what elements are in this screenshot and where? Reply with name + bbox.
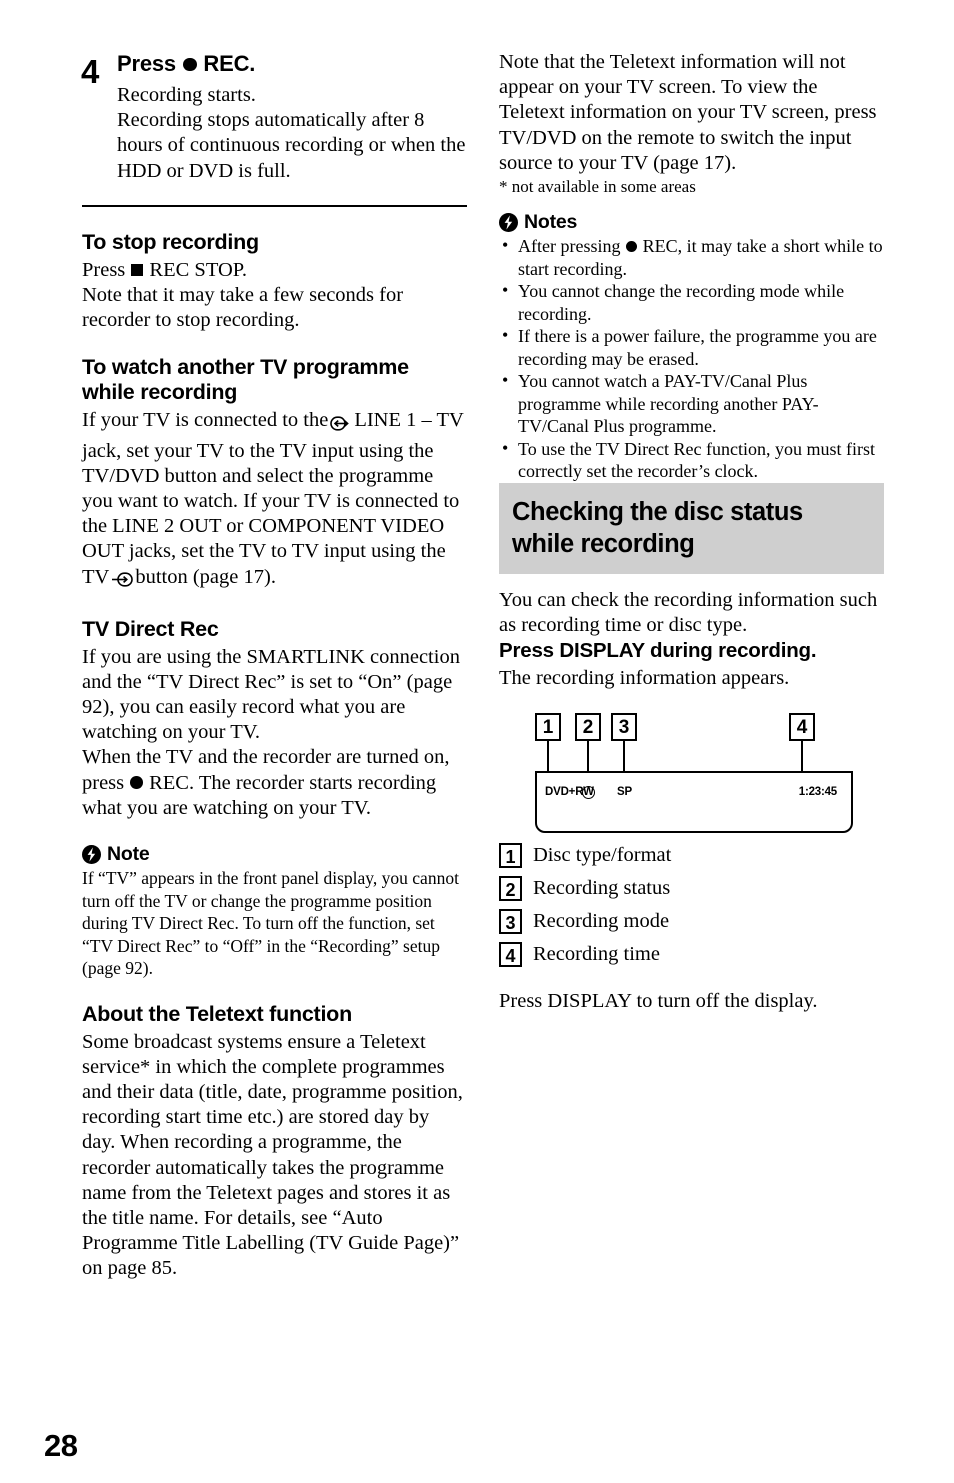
- step-body: Press REC. Recording starts. Recording s…: [117, 50, 467, 184]
- section-teletext: About the Teletext function Some broadca…: [82, 1002, 467, 1282]
- list-item: After pressing REC, it may take a short …: [499, 234, 884, 280]
- left-column: 4 Press REC. Recording starts. Recording…: [81, 50, 467, 1282]
- legend-label: Recording status: [533, 877, 671, 900]
- rec-dot-icon: [182, 57, 197, 72]
- note-block: Note If “TV” appears in the front panel …: [82, 843, 467, 980]
- rec-dot-icon: [625, 241, 638, 253]
- rec-dot-icon: [130, 776, 143, 790]
- intro-paragraph: Note that the Teletext information will …: [499, 51, 877, 174]
- section-heading: About the Teletext function: [82, 1001, 352, 1026]
- recording-mode-label: SP: [617, 786, 632, 799]
- section-heading: To stop recording: [82, 229, 259, 254]
- press-label: Press: [82, 258, 126, 281]
- step-title: Press REC.: [117, 50, 467, 77]
- footnote: * not available in some areas: [499, 177, 696, 197]
- step-title-after: REC.: [203, 51, 256, 76]
- step-number: 4: [81, 53, 100, 90]
- subheading: Press DISPLAY during recording.: [499, 638, 817, 662]
- front-panel-display: DVD+RW SP 1:23:45: [535, 771, 853, 834]
- notes-list: After pressing REC, it may take a short …: [499, 234, 884, 483]
- flash-icon: [499, 212, 518, 232]
- note-header: Note: [82, 843, 467, 865]
- legend-number: 3: [499, 909, 522, 935]
- section-watch-another-tv: To watch another TV programme while reco…: [82, 355, 467, 594]
- section-paragraph: Some broadcast systems ensure a Teletext…: [82, 1030, 463, 1280]
- section-divider: [82, 204, 467, 207]
- manual-page: 4 Press REC. Recording starts. Recording…: [0, 0, 954, 1483]
- display-panel-figure: 1 2 3 4 DVD+RW SP 1:23:45: [499, 713, 884, 843]
- section-paragraph-2: When the TV and the recorder are turned …: [82, 745, 467, 821]
- recording-time-label: 1:23:45: [798, 786, 837, 799]
- bullet-text-before: After pressing: [518, 236, 621, 257]
- stop-square-icon: [131, 264, 144, 277]
- section-to-stop-recording: To stop recording Press REC STOP. Note t…: [82, 230, 467, 334]
- note-label: Note: [107, 843, 150, 866]
- list-item: To use the TV Direct Rec function, you m…: [499, 437, 884, 483]
- list-item: You cannot watch a PAY-TV/Canal Plus pro…: [499, 369, 884, 438]
- flash-icon: [82, 844, 101, 864]
- section-heading: To watch another TV programme while reco…: [82, 355, 409, 405]
- section-paragraph-1: If you are using the SMARTLINK connectio…: [82, 645, 460, 744]
- notes-block: Notes After pressing REC, it may take a …: [499, 211, 884, 483]
- list-item: 1 Disc type/format: [499, 843, 884, 869]
- legend-number: 1: [499, 843, 522, 869]
- paragraph-part-3: button (page 17).: [135, 565, 276, 588]
- legend-label: Disc type/format: [533, 844, 672, 867]
- right-column: Note that the Teletext information will …: [499, 50, 884, 1014]
- list-item: 2 Recording status: [499, 876, 884, 902]
- step-title-before: Press: [117, 51, 176, 76]
- legend-number: 2: [499, 876, 522, 902]
- legend-number: 4: [499, 942, 522, 968]
- closing-paragraph: Press DISPLAY to turn off the display.: [499, 990, 818, 1013]
- paragraph-part-1: If your TV is connected to the: [82, 409, 329, 432]
- page-number: 28: [44, 1428, 78, 1463]
- legend-list: 1 Disc type/format 2 Recording status 3 …: [499, 843, 884, 968]
- legend-label: Recording time: [533, 943, 660, 966]
- page-title: Checking the disc status while recording: [499, 482, 884, 574]
- line-jack-icon: [330, 413, 352, 438]
- tv-input-icon: [111, 569, 134, 594]
- notes-label: Notes: [524, 211, 578, 234]
- section-tv-direct-rec: TV Direct Rec If you are using the SMART…: [82, 617, 467, 821]
- callout-4: 4: [789, 713, 815, 742]
- section-paragraph-2: Note that it may take a few seconds for …: [82, 284, 404, 332]
- list-item: You cannot change the recording mode whi…: [499, 279, 884, 325]
- callout-1: 1: [535, 713, 561, 742]
- step-block: 4 Press REC. Recording starts. Recording…: [81, 50, 467, 184]
- notes-header: Notes: [499, 211, 884, 233]
- step-desc-line1: Recording starts.: [117, 84, 256, 106]
- step-desc-line2: Recording stops automatically after 8 ho…: [117, 109, 466, 182]
- legend-label: Recording mode: [533, 910, 670, 933]
- intro-paragraph-2: You can check the recording information …: [499, 588, 878, 636]
- subheading-description: The recording information appears.: [499, 666, 790, 689]
- paragraph-part-2: LINE 1 – TV jack, set your TV to the TV …: [82, 409, 464, 588]
- list-item: 4 Recording time: [499, 942, 884, 968]
- rec-stop-label: REC STOP.: [149, 258, 248, 281]
- section-paragraph-1: Press REC STOP.: [82, 258, 467, 283]
- list-item: If there is a power failure, the program…: [499, 324, 884, 370]
- callout-3: 3: [611, 713, 637, 742]
- section-heading: TV Direct Rec: [82, 616, 219, 641]
- callout-2: 2: [575, 713, 601, 742]
- note-body: If “TV” appears in the front panel displ…: [82, 868, 459, 979]
- section-paragraph: If your TV is connected to the LINE 1 – T…: [82, 408, 467, 594]
- list-item: 3 Recording mode: [499, 909, 884, 935]
